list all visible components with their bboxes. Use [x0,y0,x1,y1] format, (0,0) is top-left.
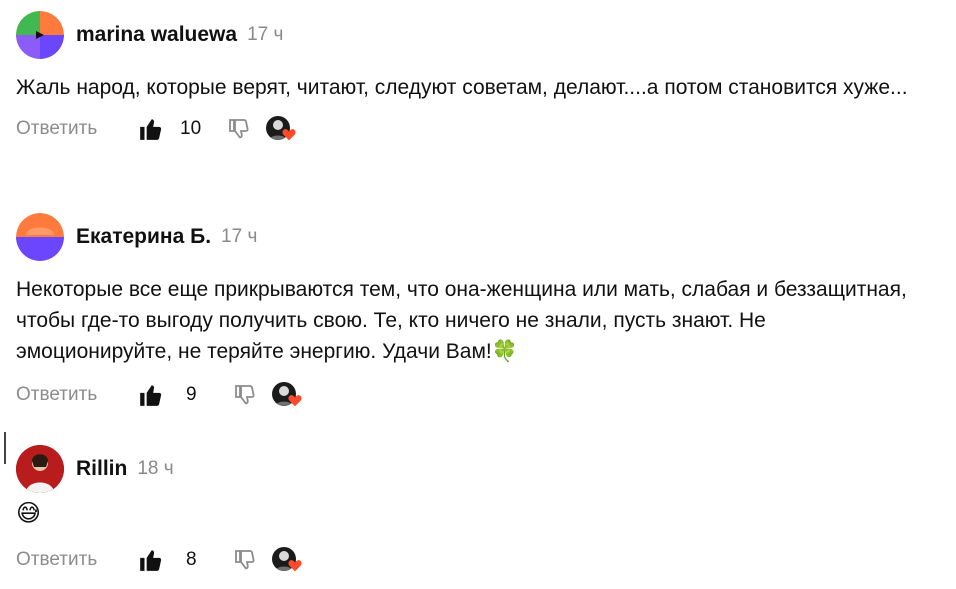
like-count: 10 [180,118,202,139]
heart-icon [288,559,302,577]
timestamp: 17 ч [221,226,258,247]
like-count: 9 [186,384,197,405]
text-cursor [4,432,6,464]
thumbs-down-icon [229,119,249,139]
comment-actions: Ответить 9 [16,378,946,412]
comment-text: Жаль народ, которые верят, читают, следу… [16,76,908,99]
reply-button[interactable]: Ответить [16,549,136,571]
like-count: 8 [186,549,197,570]
like-button[interactable] [136,545,166,575]
author-name[interactable]: Rillin [76,457,127,481]
author-liked-badge [272,380,306,410]
heart-icon [288,394,302,412]
avatar[interactable] [16,445,64,493]
thumbs-up-icon [140,385,162,406]
comment-actions: Ответить 10 [16,112,946,146]
reply-button[interactable]: Ответить [16,384,136,406]
geometric-avatar-icon [16,213,64,261]
comment-item: Rillin 18 ч 😅 Ответить 8 [16,444,946,577]
dislike-button[interactable] [230,545,260,575]
photo-avatar-icon [16,445,64,493]
reply-button[interactable]: Ответить [16,118,136,140]
heart-icon [282,128,296,146]
comment-text: Некоторые все еще прикрываются тем, что … [16,278,907,363]
comment-header: Екатерина Б. 17 ч [16,212,946,262]
like-button[interactable] [136,114,166,144]
author-name[interactable]: Екатерина Б. [76,225,211,249]
comment-actions: Ответить 8 [16,543,946,577]
timestamp: 17 ч [247,24,284,45]
author-name[interactable]: marina waluewa [76,23,237,47]
comment-text: 😅 [16,500,42,527]
comment-header: marina waluewa 17 ч [16,10,946,60]
comment-header: Rillin 18 ч [16,444,946,494]
avatar[interactable] [16,213,64,261]
dislike-button[interactable] [230,380,260,410]
author-liked-badge [272,545,306,575]
thumbs-up-icon [140,119,162,140]
dislike-button[interactable] [224,114,254,144]
comment-item: marina waluewa 17 ч Жаль народ, которые … [16,10,946,146]
author-liked-badge [266,114,300,144]
thumbs-up-icon [140,550,162,571]
avatar[interactable] [16,11,64,59]
geometric-avatar-icon [16,11,64,59]
thumbs-down-icon [235,385,255,405]
like-button[interactable] [136,380,166,410]
comment-item: Екатерина Б. 17 ч Некоторые все еще прик… [16,212,946,412]
thumbs-down-icon [235,550,255,570]
timestamp: 18 ч [137,458,174,479]
